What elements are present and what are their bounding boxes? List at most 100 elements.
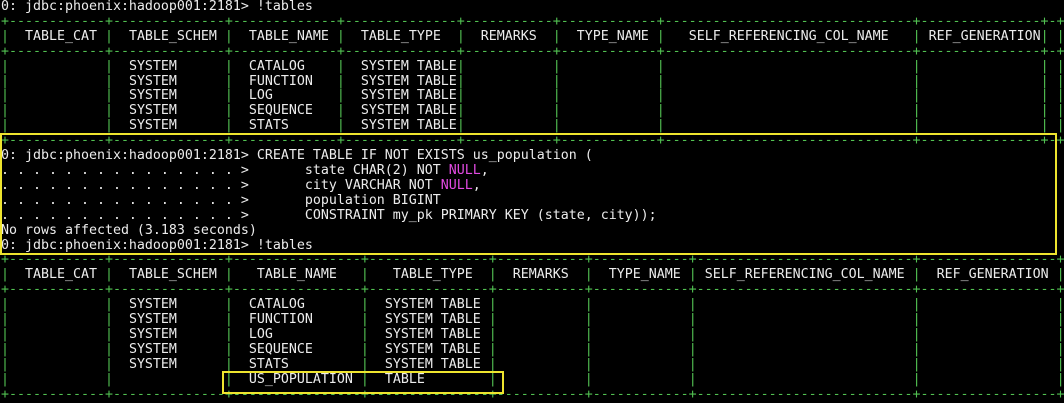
table-cell (665, 59, 913, 74)
sql-population-line: . . . . . . . . . . . . . . . > populati… (1, 194, 1064, 209)
column-separator: | (457, 103, 465, 118)
column-separator: | (913, 59, 921, 74)
table-cell: FUNCTION (233, 74, 337, 89)
column-separator: | (105, 88, 113, 103)
table-cell (9, 103, 105, 118)
table-cell (9, 74, 105, 89)
column-separator: | (1057, 88, 1064, 103)
table-cell (9, 342, 105, 357)
table-cell (497, 342, 585, 357)
column-separator: | (1041, 74, 1049, 89)
header-cell: REF_GENERATION (921, 29, 1041, 44)
column-separator: | (225, 88, 233, 103)
column-separator: | (553, 29, 561, 44)
column-separator: | (1, 372, 9, 387)
header-cell: REF_GENERATION (921, 267, 1057, 282)
table-cell: SYSTEM (113, 59, 225, 74)
table-cell: CATALOG (233, 297, 361, 312)
table-cell (921, 74, 1041, 89)
table-cell (593, 327, 689, 342)
table-cell (9, 297, 105, 312)
table-cell (561, 74, 657, 89)
column-separator: | (489, 372, 497, 387)
column-separator: | (1, 74, 9, 89)
column-separator: | (1057, 103, 1064, 118)
column-separator: | (105, 297, 113, 312)
column-separator: | (657, 59, 665, 74)
column-separator: | (337, 118, 345, 133)
column-separator: | (457, 118, 465, 133)
column-separator: | (105, 118, 113, 133)
table-cell: LOG (233, 88, 337, 103)
null-keyword: NULL (449, 163, 481, 178)
column-separator: | (553, 88, 561, 103)
table-cell: SYSTEM TABLE (345, 59, 457, 74)
table-cell (665, 74, 913, 89)
table-cell: SYSTEM TABLE (369, 342, 489, 357)
column-separator: | (361, 297, 369, 312)
table-cell (561, 59, 657, 74)
table-cell: SYSTEM TABLE (369, 297, 489, 312)
sql-city-line: . . . . . . . . . . . . . . . > city VAR… (1, 179, 1064, 194)
column-separator: | (553, 118, 561, 133)
column-separator: | (1041, 59, 1049, 74)
table-cell (497, 327, 585, 342)
table-border: +------------+--------------+-----------… (1, 253, 1064, 268)
column-separator: | (1057, 29, 1064, 44)
column-separator: | (361, 357, 369, 372)
column-separator: | (657, 118, 665, 133)
column-separator: | (105, 29, 113, 44)
table-cell (593, 357, 689, 372)
column-separator: | (105, 74, 113, 89)
column-separator: | (913, 29, 921, 44)
table-cell: SYSTEM (113, 297, 225, 312)
table-border: +------------+--------------+-----------… (1, 283, 1064, 298)
column-separator: | (337, 103, 345, 118)
table-cell: SYSTEM TABLE (345, 88, 457, 103)
table-cell (921, 372, 1057, 387)
column-separator: | (489, 327, 497, 342)
column-separator: | (225, 372, 233, 387)
column-separator: | (657, 29, 665, 44)
header-cell: TABLE_NAME (233, 29, 337, 44)
column-separator: | (105, 372, 113, 387)
table-cell (921, 297, 1057, 312)
table-cell (1049, 103, 1057, 118)
column-separator: | (225, 29, 233, 44)
table-cell (665, 88, 913, 103)
column-separator: | (657, 88, 665, 103)
column-separator: | (913, 372, 921, 387)
table-cell (1049, 74, 1057, 89)
sql-state-line: . . . . . . . . . . . . . . . > state CH… (1, 164, 1064, 179)
column-separator: | (1057, 297, 1064, 312)
table-row: | | SYSTEM | FUNCTION | SYSTEM TABLE | |… (1, 313, 1064, 328)
column-separator: | (457, 74, 465, 89)
column-separator: | (361, 312, 369, 327)
column-separator: | (225, 103, 233, 118)
header-cell: TYPE_NAME (561, 29, 657, 44)
table-border: +------------+--------------+-----------… (1, 388, 1064, 403)
sql-create-line: 0: jdbc:phoenix:hadoop001:2181> CREATE T… (1, 149, 1064, 164)
column-separator: | (913, 88, 921, 103)
column-separator: | (585, 372, 593, 387)
sql-text: . . . . . . . . . . . . . . . > state CH… (1, 163, 449, 178)
column-separator: | (105, 357, 113, 372)
table-cell: STATS (233, 118, 337, 133)
column-separator: | (225, 297, 233, 312)
column-separator: | (105, 312, 113, 327)
table-cell (697, 372, 913, 387)
column-separator: | (225, 74, 233, 89)
column-separator: | (225, 357, 233, 372)
table-cell (593, 372, 689, 387)
terminal-window[interactable]: 0: jdbc:phoenix:hadoop001:2181> !tables … (0, 0, 1064, 403)
table-cell: LOG (233, 327, 361, 342)
null-keyword: NULL (441, 178, 473, 193)
table-cell (465, 118, 553, 133)
table-cell: SYSTEM (113, 357, 225, 372)
table-cell (1049, 59, 1057, 74)
table-cell: STATS (233, 357, 361, 372)
column-separator: | (1057, 59, 1064, 74)
table-cell (497, 312, 585, 327)
table-cell: SYSTEM TABLE (345, 103, 457, 118)
table-border: +------------+--------------+-----------… (1, 134, 1064, 149)
